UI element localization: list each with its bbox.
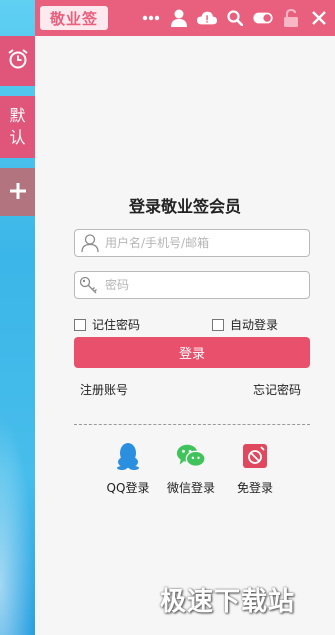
sidebar-item-label-line2: 认 (9, 128, 26, 147)
side-tab-bar: 默 认 (0, 36, 35, 216)
register-link[interactable]: 注册账号 (80, 381, 128, 398)
sidebar-item-label-line1: 默 (9, 106, 26, 125)
qq-penguin-icon (113, 441, 143, 471)
page-title: 登录敬业签会员 (128, 197, 241, 216)
username-input[interactable] (105, 236, 300, 250)
desktop-background (0, 385, 40, 635)
forgot-password-link[interactable]: 忘记密码 (253, 381, 301, 398)
auto-login-label: 自动登录 (230, 318, 279, 332)
app-logo-button[interactable]: 敬业签 (40, 6, 108, 30)
more-icon[interactable] (141, 8, 161, 28)
remember-password-label: 记住密码 (92, 318, 141, 332)
toggle-icon[interactable] (253, 8, 273, 28)
remember-password-checkbox[interactable]: 记住密码 (74, 316, 140, 333)
lock-icon[interactable] (281, 8, 301, 28)
guest-login-label: 免登录 (236, 481, 273, 495)
site-watermark: 极速下载站 (160, 587, 296, 617)
user-icon[interactable] (169, 8, 189, 28)
guest-login-button[interactable]: 免登录 (220, 441, 290, 496)
sidebar-item-reminder[interactable] (0, 36, 35, 86)
wechat-login-label: 微信登录 (166, 481, 215, 495)
cloud-warning-icon[interactable] (197, 8, 217, 28)
title-bar: 敬业签 (35, 0, 335, 36)
dashed-divider (74, 424, 310, 425)
plus-icon (9, 177, 27, 207)
qq-login-button[interactable]: QQ登录 (93, 441, 163, 496)
guest-icon (240, 441, 270, 471)
checkbox-box[interactable] (74, 318, 86, 331)
toolbar-icons (141, 8, 329, 28)
alarm-clock-icon (7, 48, 29, 74)
user-outline-icon (75, 230, 105, 256)
qq-login-label: QQ登录 (106, 481, 150, 495)
key-icon (75, 272, 105, 298)
close-icon[interactable] (309, 8, 329, 28)
search-icon[interactable] (225, 8, 245, 28)
login-button[interactable]: 登录 (74, 337, 310, 368)
password-field[interactable] (74, 271, 310, 299)
sidebar-add-button[interactable] (0, 168, 35, 216)
login-panel: 登录敬业签会员 记住密码 自动登录 登录 注册账号 忘记密码 QQ登录 微信登录 (35, 36, 335, 635)
checkbox-box[interactable] (212, 318, 224, 331)
wechat-login-button[interactable]: 微信登录 (156, 441, 226, 496)
password-input[interactable] (105, 278, 300, 292)
sidebar-item-default[interactable]: 默 认 (0, 96, 35, 158)
wechat-icon (176, 441, 206, 471)
auto-login-checkbox[interactable]: 自动登录 (212, 316, 278, 333)
username-field[interactable] (74, 229, 310, 257)
